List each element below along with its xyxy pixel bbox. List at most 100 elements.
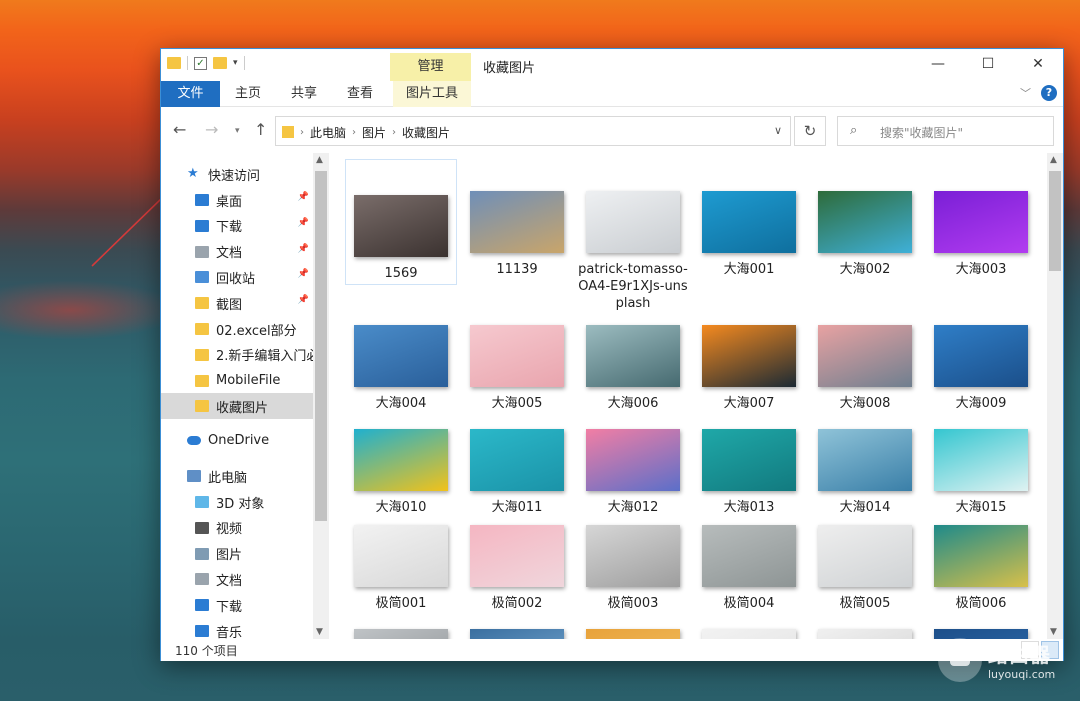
sidebar-item-3[interactable]: 回收站 📌 bbox=[161, 264, 313, 290]
address-dropdown-chevron-icon[interactable]: ∨ bbox=[774, 124, 782, 137]
scrollbar-thumb[interactable] bbox=[1049, 171, 1061, 271]
navigation-pane: ★ 快速访问 桌面 📌 下载 📌 文档 📌 回收站 📌 截图 📌 02.excel部分 2.新手编辑入… bbox=[161, 153, 329, 639]
close-button[interactable]: ✕ bbox=[1013, 49, 1063, 81]
tab-picture-tools[interactable]: 图片工具 bbox=[393, 81, 471, 107]
expand-ribbon-chevron-icon[interactable]: ﹀ bbox=[1020, 85, 1031, 101]
file-item[interactable] bbox=[345, 629, 457, 639]
sidebar-item-this-pc[interactable]: 此电脑 bbox=[187, 463, 329, 489]
file-item[interactable]: 大海007 bbox=[693, 325, 805, 412]
search-box[interactable]: ⌕ 搜索"收藏图片" bbox=[837, 116, 1054, 146]
tab-home[interactable]: 主页 bbox=[231, 81, 265, 107]
file-item[interactable]: 大海013 bbox=[693, 429, 805, 516]
sidebar-item-pc-4[interactable]: 下载 bbox=[161, 592, 313, 618]
file-name: 大海007 bbox=[723, 396, 775, 411]
sidebar-item-1[interactable]: 下载 📌 bbox=[161, 213, 313, 239]
sidebar-item-pc-2[interactable]: 图片 bbox=[161, 541, 313, 567]
sidebar-item-onedrive[interactable]: OneDrive bbox=[187, 427, 329, 453]
file-item[interactable]: 极简001 bbox=[345, 525, 457, 612]
navigation-pane-scrollbar[interactable]: ▲ ▼ bbox=[313, 153, 329, 639]
tab-file[interactable]: 文件 bbox=[161, 81, 220, 107]
recent-locations-chevron-icon[interactable]: ▾ bbox=[235, 126, 240, 136]
new-folder-icon[interactable] bbox=[213, 57, 227, 69]
sidebar-item-pc-5[interactable]: 音乐 bbox=[161, 618, 313, 639]
file-item[interactable]: 极简005 bbox=[809, 525, 921, 612]
file-name: 大海012 bbox=[607, 500, 659, 515]
file-item[interactable]: 11139 bbox=[461, 191, 573, 278]
document-icon bbox=[195, 245, 209, 258]
sidebar-item-7[interactable]: MobileFile bbox=[161, 368, 313, 394]
file-item[interactable]: 大海008 bbox=[809, 325, 921, 412]
music-icon bbox=[195, 625, 209, 637]
scroll-up-arrow-icon[interactable]: ▲ bbox=[316, 155, 323, 165]
file-item[interactable] bbox=[809, 629, 921, 639]
refresh-button[interactable]: ↻ bbox=[794, 116, 826, 146]
file-item[interactable]: 大海003 bbox=[925, 191, 1037, 278]
scroll-down-arrow-icon[interactable]: ▼ bbox=[1050, 627, 1057, 637]
file-item[interactable]: 极简002 bbox=[461, 525, 573, 612]
image-thumbnail bbox=[354, 525, 448, 587]
sidebar-item-pc-3[interactable]: 文档 bbox=[161, 566, 313, 592]
properties-check-icon[interactable]: ✓ bbox=[194, 56, 207, 70]
breadcrumb-separator-icon[interactable]: › bbox=[300, 127, 304, 138]
sidebar-item-6[interactable]: 2.新手编辑入门必 bbox=[161, 342, 313, 368]
up-arrow-icon[interactable]: ↑ bbox=[254, 120, 267, 139]
file-item[interactable]: 大海015 bbox=[925, 429, 1037, 516]
file-item[interactable]: 1569 bbox=[345, 159, 457, 285]
sidebar-item-pc-0[interactable]: 3D 对象 bbox=[161, 489, 313, 515]
file-item[interactable] bbox=[577, 629, 689, 639]
file-item[interactable]: 极简003 bbox=[577, 525, 689, 612]
address-bar[interactable]: › 此电脑 › 图片 › 收藏图片 ∨ bbox=[275, 116, 791, 146]
scroll-up-arrow-icon[interactable]: ▲ bbox=[1050, 155, 1057, 165]
file-item[interactable]: 大海001 bbox=[693, 191, 805, 278]
file-item[interactable]: 大海011 bbox=[461, 429, 573, 516]
manage-contextual-tab[interactable]: 管理 bbox=[390, 53, 471, 81]
file-item[interactable]: 大海010 bbox=[345, 429, 457, 516]
file-name: 大海004 bbox=[375, 396, 427, 411]
file-item[interactable]: patrick-tomasso-OA4-E9r1XJs-unsplash bbox=[577, 191, 689, 312]
tab-view[interactable]: 查看 bbox=[343, 81, 377, 107]
file-item[interactable]: 大海002 bbox=[809, 191, 921, 278]
sidebar-item-label: 桌面 bbox=[216, 194, 243, 210]
sidebar-item-2[interactable]: 文档 📌 bbox=[161, 239, 313, 265]
file-explorer-window: ✓ ▾ 管理 收藏图片 — ☐ ✕ 文件 主页 共享 查看 图片工具 ﹀ ? ←… bbox=[160, 48, 1064, 661]
folder-icon bbox=[195, 400, 209, 413]
scrollbar-thumb[interactable] bbox=[315, 171, 327, 521]
file-item[interactable]: 极简004 bbox=[693, 525, 805, 612]
file-grid: 1569 11139 patrick-tomasso-OA4-E9r1XJs-uns… bbox=[337, 153, 1047, 639]
image-thumbnail bbox=[586, 325, 680, 387]
sidebar-item-pc-1[interactable]: 视频 bbox=[161, 515, 313, 541]
breadcrumb-pictures[interactable]: 图片 bbox=[362, 124, 386, 141]
folder-icon bbox=[195, 348, 209, 361]
desktop-icon bbox=[195, 194, 209, 206]
sidebar-item-0[interactable]: 桌面 📌 bbox=[161, 187, 313, 213]
sidebar-item-5[interactable]: 02.excel部分 bbox=[161, 316, 313, 342]
file-item[interactable]: 大海006 bbox=[577, 325, 689, 412]
sidebar-item-quick-access[interactable]: ★ 快速访问 bbox=[187, 161, 329, 187]
tab-share[interactable]: 共享 bbox=[287, 81, 321, 107]
file-item[interactable]: 大海004 bbox=[345, 325, 457, 412]
file-item[interactable] bbox=[693, 629, 805, 639]
file-item[interactable]: 大海012 bbox=[577, 429, 689, 516]
minimize-button[interactable]: — bbox=[913, 49, 963, 81]
breadcrumb-this-pc[interactable]: 此电脑 bbox=[310, 124, 346, 141]
sidebar-item-8[interactable]: 收藏图片 bbox=[161, 393, 313, 420]
background-glow bbox=[0, 280, 180, 340]
file-item[interactable]: 极简006 bbox=[925, 525, 1037, 612]
file-item[interactable]: 大海014 bbox=[809, 429, 921, 516]
back-arrow-icon[interactable]: ← bbox=[173, 120, 186, 139]
file-item[interactable]: 大海005 bbox=[461, 325, 573, 412]
image-thumbnail bbox=[934, 525, 1028, 587]
customize-toolbar-chevron-icon[interactable]: ▾ bbox=[233, 58, 238, 68]
breadcrumb-separator-icon[interactable]: › bbox=[392, 127, 396, 138]
help-icon[interactable]: ? bbox=[1041, 85, 1057, 101]
breadcrumb-separator-icon[interactable]: › bbox=[352, 127, 356, 138]
file-grid-scrollbar[interactable]: ▲ ▼ bbox=[1047, 153, 1063, 639]
breadcrumb-favorites[interactable]: 收藏图片 bbox=[402, 124, 450, 141]
scroll-down-arrow-icon[interactable]: ▼ bbox=[316, 627, 323, 637]
maximize-button[interactable]: ☐ bbox=[963, 49, 1013, 81]
image-thumbnail bbox=[702, 429, 796, 491]
sidebar-item-4[interactable]: 截图 📌 bbox=[161, 290, 313, 316]
file-item[interactable] bbox=[461, 629, 573, 639]
file-item[interactable]: 大海009 bbox=[925, 325, 1037, 412]
forward-arrow-icon[interactable]: → bbox=[205, 120, 218, 139]
